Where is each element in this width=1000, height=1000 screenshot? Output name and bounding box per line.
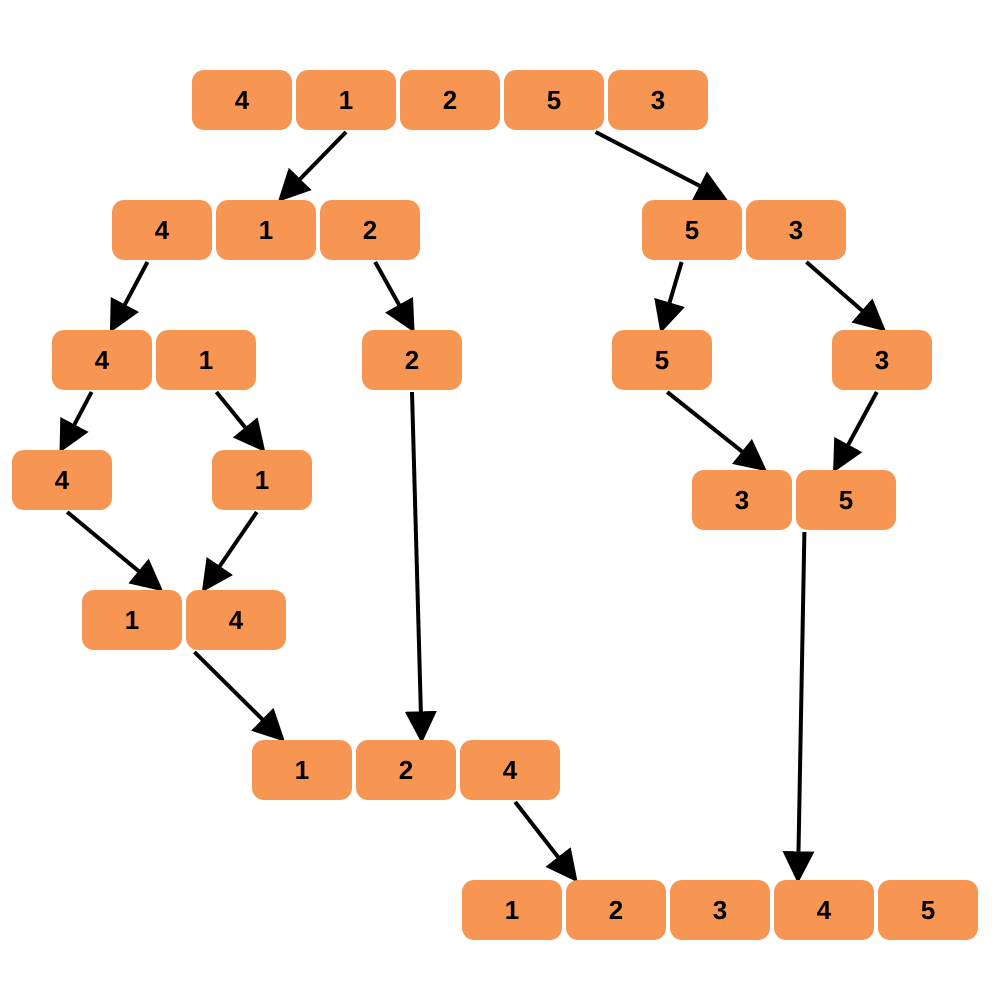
array-cell: 5: [796, 470, 896, 530]
arrow: [806, 262, 882, 328]
array-cell: 4: [186, 590, 286, 650]
array-node: 412: [110, 200, 422, 260]
array-cell: 4: [12, 450, 112, 510]
array-node: 1: [210, 450, 314, 510]
array-cell: 2: [356, 740, 456, 800]
arrow: [282, 132, 346, 198]
arrow: [798, 532, 804, 878]
array-cell: 1: [216, 200, 316, 260]
diagram-canvas: 41253412534125341143512412345: [0, 0, 1000, 1000]
arrow: [412, 392, 422, 738]
array-cell: 4: [52, 330, 152, 390]
array-cell: 2: [320, 200, 420, 260]
array-cell: 4: [112, 200, 212, 260]
arrow: [205, 512, 257, 588]
arrow: [515, 802, 574, 878]
arrow: [194, 652, 281, 738]
array-cell: 2: [400, 70, 500, 130]
array-node: 3: [830, 330, 934, 390]
array-cell: 3: [692, 470, 792, 530]
array-cell: 2: [362, 330, 462, 390]
array-cell: 2: [566, 880, 666, 940]
array-node: 53: [640, 200, 848, 260]
arrow: [667, 392, 763, 468]
array-cell: 1: [252, 740, 352, 800]
array-cell: 5: [612, 330, 712, 390]
array-cell: 3: [832, 330, 932, 390]
array-cell: 1: [212, 450, 312, 510]
array-node: 41: [50, 330, 258, 390]
array-node: 35: [690, 470, 898, 530]
array-node: 4: [10, 450, 114, 510]
array-cell: 3: [608, 70, 708, 130]
array-cell: 4: [460, 740, 560, 800]
arrow: [375, 262, 412, 328]
array-cell: 5: [504, 70, 604, 130]
array-cell: 1: [156, 330, 256, 390]
array-node: 5: [610, 330, 714, 390]
arrow: [62, 392, 92, 448]
arrow: [67, 512, 159, 588]
array-node: 14: [80, 590, 288, 650]
array-cell: 1: [296, 70, 396, 130]
array-node: 124: [250, 740, 562, 800]
array-cell: 5: [878, 880, 978, 940]
arrow: [836, 392, 877, 468]
arrow: [216, 392, 262, 448]
array-cell: 3: [746, 200, 846, 260]
arrow: [112, 262, 147, 328]
array-cell: 1: [82, 590, 182, 650]
array-node: 2: [360, 330, 464, 390]
array-node: 12345: [460, 880, 980, 940]
arrow: [596, 132, 724, 198]
array-cell: 3: [670, 880, 770, 940]
array-cell: 1: [462, 880, 562, 940]
array-node: 41253: [190, 70, 710, 130]
array-cell: 5: [642, 200, 742, 260]
array-cell: 4: [192, 70, 292, 130]
arrow: [662, 262, 682, 328]
array-cell: 4: [774, 880, 874, 940]
